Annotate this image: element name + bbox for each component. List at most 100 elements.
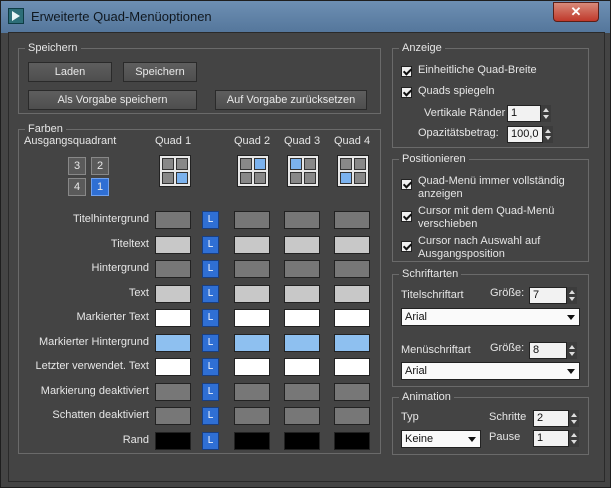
color-swatch-quad-1[interactable] bbox=[155, 334, 191, 352]
color-swatch-quad-3[interactable] bbox=[284, 432, 320, 450]
typ-value: Keine bbox=[405, 433, 434, 445]
color-swatch-quad-2[interactable] bbox=[234, 383, 270, 401]
typ-dropdown[interactable]: Keine bbox=[401, 430, 481, 448]
lock-button[interactable]: L bbox=[202, 334, 219, 352]
anzeige-group: Anzeige Einheitliche Quad-Breite Quads s… bbox=[392, 41, 589, 148]
color-swatch-quad-1[interactable] bbox=[155, 285, 191, 303]
lock-button[interactable]: L bbox=[202, 285, 219, 303]
color-row-label: Hintergrund bbox=[91, 262, 149, 274]
menueschriftart-dropdown[interactable]: Arial bbox=[401, 362, 580, 380]
quads-spiegeln-label: Quads spiegeln bbox=[418, 85, 495, 97]
lock-button[interactable]: L bbox=[202, 407, 219, 425]
lock-button[interactable]: L bbox=[202, 236, 219, 254]
color-swatch-quad-4[interactable] bbox=[334, 383, 370, 401]
einheitliche-quad-breite-checkbox[interactable] bbox=[401, 66, 412, 77]
color-swatch-quad-3[interactable] bbox=[284, 309, 320, 327]
quad-menue-immer-checkbox[interactable] bbox=[401, 179, 412, 190]
color-swatch-quad-3[interactable] bbox=[284, 334, 320, 352]
color-swatch-quad-3[interactable] bbox=[284, 285, 320, 303]
quadrant-1-button[interactable]: 1 bbox=[91, 178, 109, 196]
color-swatch-quad-1[interactable] bbox=[155, 211, 191, 229]
quad-4-header: Quad 4 bbox=[334, 135, 371, 147]
color-swatch-quad-2[interactable] bbox=[234, 432, 270, 450]
menueschriftart-value: Arial bbox=[405, 365, 428, 377]
color-swatch-quad-1[interactable] bbox=[155, 407, 191, 425]
laden-button[interactable]: Laden bbox=[28, 62, 112, 82]
color-swatch-quad-2[interactable] bbox=[234, 309, 270, 327]
cursor-ausgangsposition-label-line1: Cursor nach Auswahl auf bbox=[418, 235, 541, 247]
opazitaet-spinner-arrows-icon[interactable] bbox=[543, 126, 553, 143]
color-swatch-quad-4[interactable] bbox=[334, 285, 370, 303]
schriftarten-group: Schriftarten Titelschriftart Größe: 7 Ar… bbox=[392, 267, 589, 387]
color-swatch-quad-4[interactable] bbox=[334, 432, 370, 450]
color-swatch-quad-4[interactable] bbox=[334, 407, 370, 425]
color-swatch-quad-1[interactable] bbox=[155, 309, 191, 327]
opazitaet-label: Opazitätsbetrag: bbox=[418, 127, 499, 139]
titel-groesse-input[interactable]: 7 bbox=[529, 287, 567, 304]
titel-groesse-label: Größe: bbox=[490, 287, 525, 299]
quadrant-3-button[interactable]: 3 bbox=[68, 157, 86, 175]
quads-spiegeln-checkbox[interactable] bbox=[401, 87, 412, 98]
positionieren-group: Positionieren Quad-Menü immer vollständi… bbox=[392, 152, 589, 262]
color-swatch-quad-1[interactable] bbox=[155, 236, 191, 254]
menue-groesse-spinner-arrows-icon[interactable] bbox=[567, 342, 577, 359]
lock-button[interactable]: L bbox=[202, 383, 219, 401]
color-swatch-quad-1[interactable] bbox=[155, 260, 191, 278]
color-swatch-quad-2[interactable] bbox=[234, 211, 270, 229]
color-swatch-quad-2[interactable] bbox=[234, 236, 270, 254]
color-swatch-quad-4[interactable] bbox=[334, 309, 370, 327]
color-swatch-quad-4[interactable] bbox=[334, 358, 370, 376]
color-swatch-quad-2[interactable] bbox=[234, 407, 270, 425]
color-swatch-quad-3[interactable] bbox=[284, 407, 320, 425]
color-row-label: Markierter Hintergrund bbox=[38, 336, 149, 348]
lock-button[interactable]: L bbox=[202, 211, 219, 229]
cursor-verschieben-label-line1: Cursor mit dem Quad-Menü bbox=[418, 205, 555, 217]
cursor-verschieben-checkbox[interactable] bbox=[401, 211, 412, 222]
cursor-ausgangsposition-checkbox[interactable] bbox=[401, 241, 412, 252]
quad-1-layout-icon bbox=[159, 155, 191, 187]
speichern-group-label: Speichern bbox=[25, 41, 81, 55]
color-swatch-quad-3[interactable] bbox=[284, 236, 320, 254]
color-swatch-quad-2[interactable] bbox=[234, 358, 270, 376]
color-swatch-quad-2[interactable] bbox=[234, 260, 270, 278]
color-swatch-quad-3[interactable] bbox=[284, 358, 320, 376]
pause-input[interactable]: 1 bbox=[533, 430, 569, 447]
title-bar[interactable]: Erweiterte Quad-Menüoptionen ✕ bbox=[1, 1, 610, 33]
quad-menue-immer-label-line2: anzeigen bbox=[418, 188, 463, 200]
lock-button[interactable]: L bbox=[202, 309, 219, 327]
titelschriftart-dropdown[interactable]: Arial bbox=[401, 308, 580, 326]
als-vorgabe-speichern-button[interactable]: Als Vorgabe speichern bbox=[28, 90, 197, 110]
lock-button[interactable]: L bbox=[202, 260, 219, 278]
color-swatch-quad-4[interactable] bbox=[334, 211, 370, 229]
color-swatch-quad-2[interactable] bbox=[234, 334, 270, 352]
menue-groesse-input[interactable]: 8 bbox=[529, 342, 567, 359]
color-swatch-quad-4[interactable] bbox=[334, 260, 370, 278]
titel-groesse-spinner-arrows-icon[interactable] bbox=[567, 287, 577, 304]
vertikale-raender-input[interactable]: 1 bbox=[507, 105, 541, 122]
pause-spinner-arrows-icon[interactable] bbox=[569, 430, 579, 447]
titelschriftart-label: Titelschriftart bbox=[401, 289, 464, 301]
color-swatch-quad-4[interactable] bbox=[334, 334, 370, 352]
color-swatch-quad-3[interactable] bbox=[284, 383, 320, 401]
color-swatch-quad-1[interactable] bbox=[155, 432, 191, 450]
color-row-label: Letzter verwendet. Text bbox=[35, 360, 149, 372]
speichern-button[interactable]: Speichern bbox=[123, 62, 197, 82]
color-swatch-quad-1[interactable] bbox=[155, 383, 191, 401]
menue-groesse-label: Größe: bbox=[490, 342, 525, 354]
color-swatch-quad-4[interactable] bbox=[334, 236, 370, 254]
quadrant-4-button[interactable]: 4 bbox=[68, 178, 86, 196]
schritte-input[interactable]: 2 bbox=[533, 410, 569, 427]
lock-button[interactable]: L bbox=[202, 358, 219, 376]
auf-vorgabe-zuruecksetzen-button[interactable]: Auf Vorgabe zurücksetzen bbox=[215, 90, 367, 110]
lock-button[interactable]: L bbox=[202, 432, 219, 450]
quadrant-2-button[interactable]: 2 bbox=[91, 157, 109, 175]
color-swatch-quad-3[interactable] bbox=[284, 211, 320, 229]
close-button[interactable]: ✕ bbox=[553, 2, 599, 22]
opazitaet-input[interactable]: 100,0 bbox=[507, 126, 543, 143]
vertikale-raender-spinner-arrows-icon[interactable] bbox=[541, 105, 551, 122]
einheitliche-quad-breite-label: Einheitliche Quad-Breite bbox=[418, 64, 537, 76]
color-swatch-quad-3[interactable] bbox=[284, 260, 320, 278]
color-swatch-quad-1[interactable] bbox=[155, 358, 191, 376]
color-swatch-quad-2[interactable] bbox=[234, 285, 270, 303]
schritte-spinner-arrows-icon[interactable] bbox=[569, 410, 579, 427]
